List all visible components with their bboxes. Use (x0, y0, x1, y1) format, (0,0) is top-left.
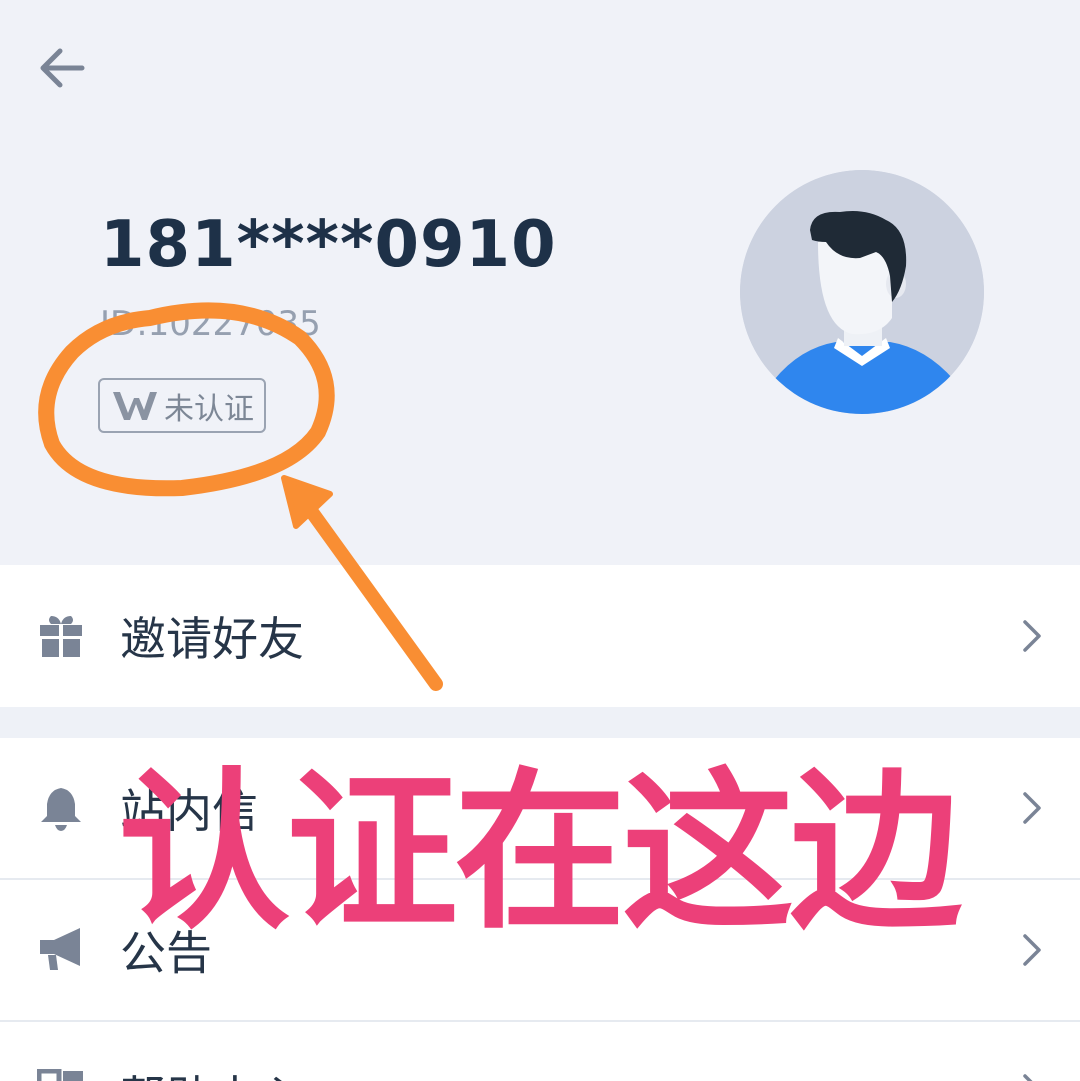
menu-label-help: 帮助中心 (120, 1062, 304, 1081)
arrow-left-icon (40, 48, 85, 88)
verification-badge[interactable]: 未认证 (98, 378, 266, 433)
gift-icon (40, 616, 82, 657)
menu-item-announcements[interactable]: 公告 (0, 880, 1080, 1020)
chevron-right-icon (1023, 934, 1041, 966)
chevron-right-icon (1023, 1074, 1033, 1081)
grid-icon (37, 1069, 83, 1081)
menu-item-messages[interactable]: 站内信 (0, 738, 1080, 878)
menu-item-help[interactable]: 帮助中心 (0, 1022, 1080, 1081)
profile-header: 181****0910 ID:10227035 未认证 (0, 0, 1080, 565)
menu-label-invite: 邀请好友 (120, 612, 304, 666)
avatar-person-icon (740, 170, 984, 414)
user-id: ID:10227035 (100, 304, 321, 344)
chevron-right-icon (1023, 792, 1041, 824)
verification-status-label: 未认证 (164, 391, 254, 427)
menu-label-messages: 站内信 (120, 784, 258, 838)
menu-item-invite[interactable]: 邀请好友 (0, 565, 1080, 707)
menu-label-announcements: 公告 (120, 926, 212, 980)
bell-icon (41, 788, 81, 831)
back-button[interactable] (30, 36, 94, 100)
chevron-right-icon (1023, 620, 1041, 652)
avatar[interactable] (740, 170, 984, 414)
v-shield-icon (113, 391, 157, 420)
phone-number: 181****0910 (100, 208, 557, 282)
megaphone-icon (40, 928, 80, 970)
